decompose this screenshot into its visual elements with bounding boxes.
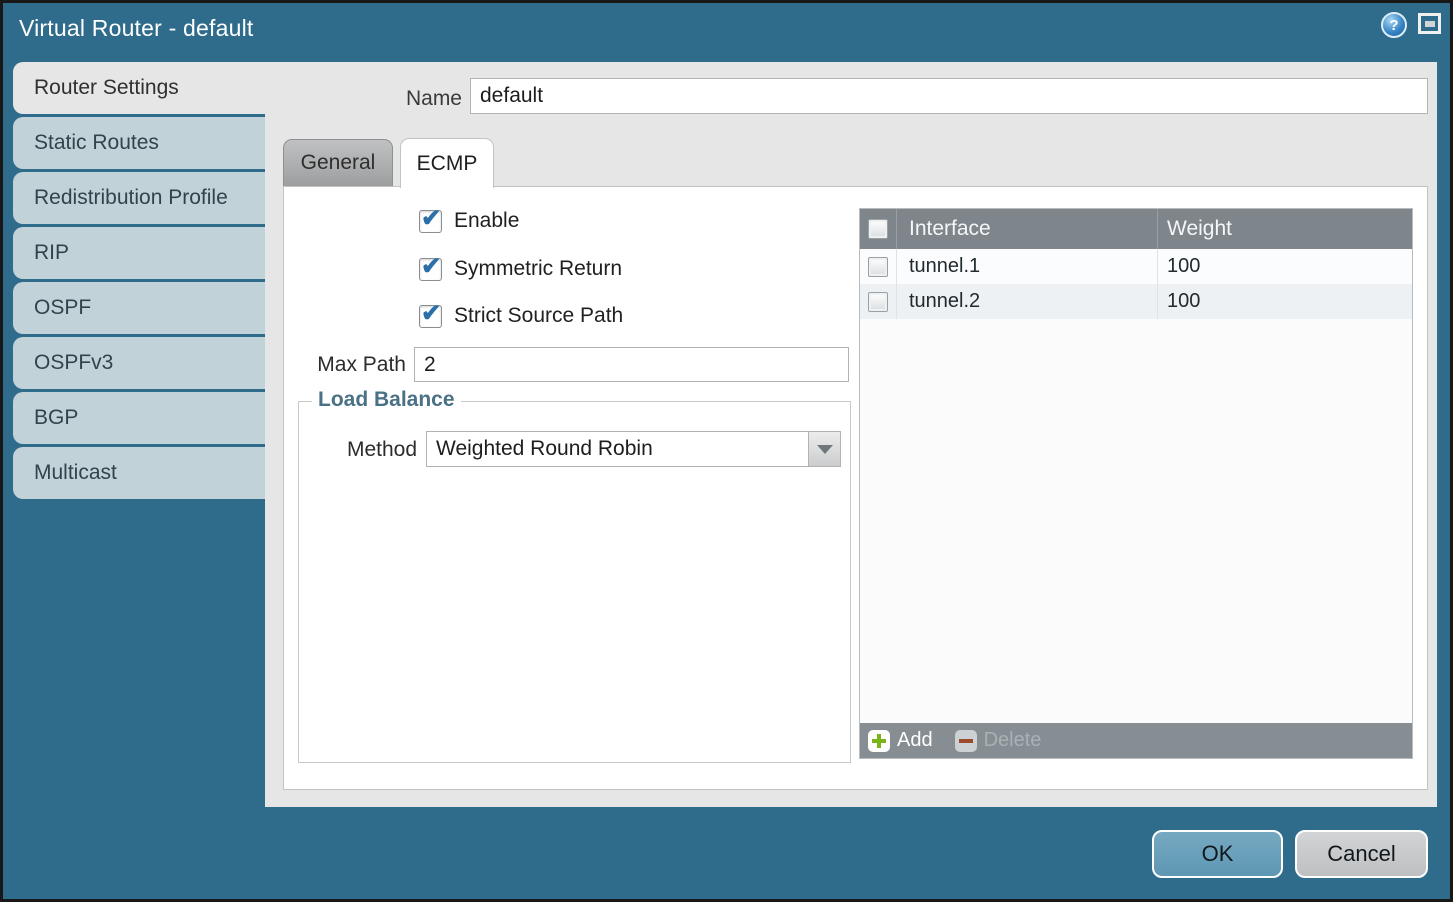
chevron-down-icon[interactable] (808, 432, 840, 466)
sidebar: Router Settings Static Routes Redistribu… (13, 62, 265, 502)
weight-cell: 100 (1157, 284, 1412, 319)
content-area: Name General ECMP Enable Symmetric Retur… (265, 62, 1437, 807)
minus-icon (955, 730, 977, 752)
window-restore-glyph (1425, 21, 1435, 27)
method-label: Method (284, 438, 417, 462)
dialog-title: Virtual Router - default (19, 15, 254, 42)
sidebar-item-label: RIP (34, 241, 69, 265)
enable-checkbox-row: Enable (419, 208, 519, 234)
strict-source-path-checkbox[interactable] (419, 305, 442, 328)
table-row[interactable]: tunnel.2 100 (860, 284, 1412, 319)
load-balance-legend: Load Balance (312, 388, 461, 412)
max-path-label: Max Path (284, 353, 406, 377)
sidebar-item-label: OSPF (34, 296, 91, 320)
virtual-router-dialog: Virtual Router - default ? Router Settin… (0, 0, 1453, 902)
interface-cell: tunnel.2 (896, 284, 1157, 319)
ecmp-panel: Enable Symmetric Return Strict Source Pa… (283, 186, 1428, 790)
sidebar-item-label: Router Settings (34, 76, 179, 100)
enable-checkbox[interactable] (419, 210, 442, 233)
add-button-label: Add (897, 729, 933, 752)
cancel-button[interactable]: Cancel (1295, 830, 1428, 878)
add-button[interactable]: Add (868, 729, 933, 752)
tab-ecmp[interactable]: ECMP (400, 138, 494, 188)
symmetric-return-checkbox-row: Symmetric Return (419, 256, 622, 282)
weight-column-header: Weight (1157, 209, 1412, 249)
table-empty-area (860, 319, 1412, 723)
window-restore-icon[interactable] (1418, 13, 1441, 34)
method-selected-value: Weighted Round Robin (427, 437, 808, 461)
ok-button-label: OK (1202, 841, 1234, 867)
sidebar-item-multicast[interactable]: Multicast (13, 447, 265, 499)
method-select[interactable]: Weighted Round Robin (426, 431, 841, 467)
chevron-down-glyph (817, 445, 833, 454)
sidebar-item-static-routes[interactable]: Static Routes (13, 117, 265, 169)
tab-general[interactable]: General (283, 139, 393, 186)
titlebar: Virtual Router - default ? (3, 3, 1450, 55)
sidebar-item-rip[interactable]: RIP (13, 227, 265, 279)
interface-table: Interface Weight tunnel.1 100 tunnel.2 1… (859, 208, 1413, 759)
sidebar-item-redistribution-profile[interactable]: Redistribution Profile (13, 172, 265, 224)
ok-button[interactable]: OK (1152, 830, 1283, 878)
name-input[interactable] (470, 78, 1428, 114)
max-path-input[interactable] (414, 347, 849, 382)
strict-source-path-label: Strict Source Path (454, 304, 623, 328)
strict-source-path-checkbox-row: Strict Source Path (419, 303, 623, 329)
sidebar-item-ospf[interactable]: OSPF (13, 282, 265, 334)
row-checkbox-cell (860, 284, 896, 319)
row-checkbox[interactable] (868, 257, 888, 277)
enable-label: Enable (454, 209, 519, 233)
cancel-button-label: Cancel (1327, 841, 1395, 867)
sidebar-item-router-settings[interactable]: Router Settings (13, 62, 265, 114)
table-row[interactable]: tunnel.1 100 (860, 249, 1412, 284)
sidebar-item-label: Multicast (34, 461, 117, 485)
sidebar-item-ospfv3[interactable]: OSPFv3 (13, 337, 265, 389)
tab-label: ECMP (417, 152, 478, 176)
weight-cell: 100 (1157, 249, 1412, 284)
table-footer: Add Delete (860, 723, 1412, 758)
select-all-checkbox[interactable] (868, 219, 888, 239)
sidebar-item-label: BGP (34, 406, 78, 430)
row-checkbox[interactable] (868, 292, 888, 312)
sidebar-item-label: OSPFv3 (34, 351, 113, 375)
delete-button-label: Delete (984, 729, 1042, 752)
symmetric-return-checkbox[interactable] (419, 258, 442, 281)
help-glyph: ? (1389, 17, 1398, 34)
header-checkbox-cell (860, 209, 896, 249)
row-checkbox-cell (860, 249, 896, 284)
plus-icon (868, 730, 890, 752)
delete-button[interactable]: Delete (955, 729, 1042, 752)
interface-column-header: Interface (896, 209, 1157, 249)
tab-label: General (301, 151, 376, 175)
symmetric-return-label: Symmetric Return (454, 257, 622, 281)
interface-table-header: Interface Weight (860, 209, 1412, 249)
help-icon[interactable]: ? (1381, 12, 1407, 38)
sidebar-item-label: Redistribution Profile (34, 186, 228, 210)
sidebar-item-bgp[interactable]: BGP (13, 392, 265, 444)
interface-cell: tunnel.1 (896, 249, 1157, 284)
name-label: Name (325, 87, 462, 111)
sidebar-item-label: Static Routes (34, 131, 159, 155)
